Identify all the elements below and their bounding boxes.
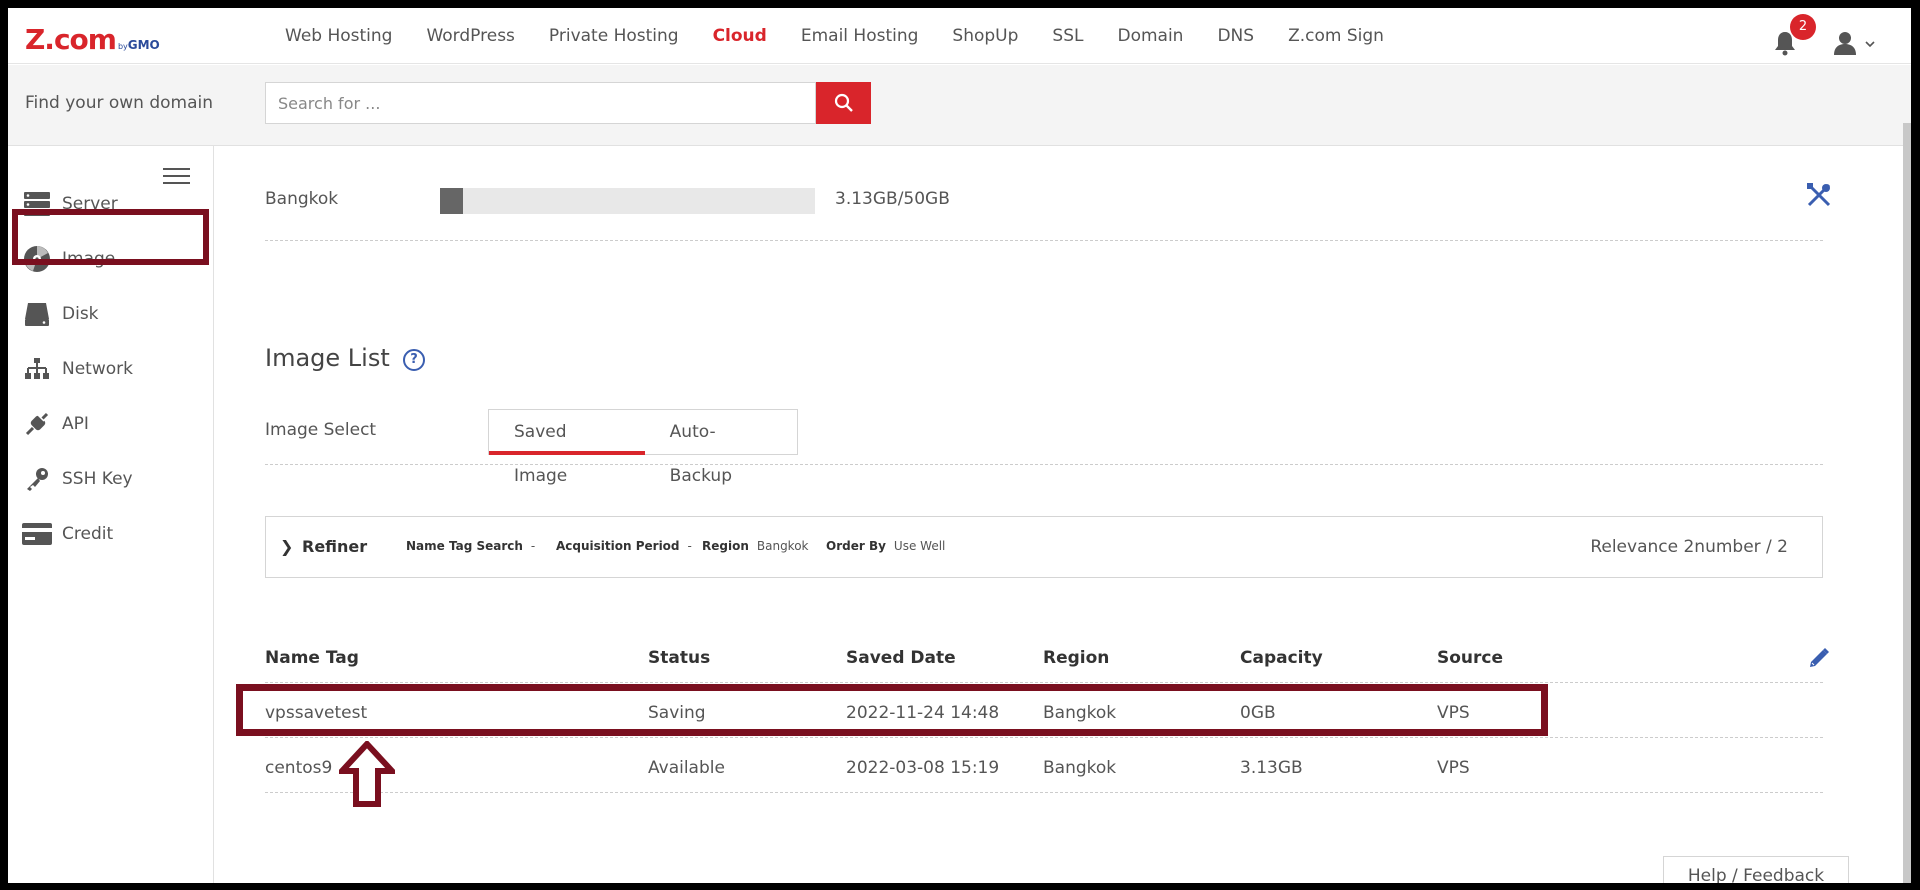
nav-shopup[interactable]: ShopUp <box>952 26 1018 46</box>
column-header-source[interactable]: Source <box>1437 648 1503 668</box>
cell-name-tag[interactable]: centos9 <box>265 758 332 778</box>
relevance-count: Relevance 2number / 2 <box>1590 537 1788 557</box>
domain-search-bar: Find your own domain <box>8 65 1911 146</box>
scrollbar[interactable] <box>1903 123 1911 883</box>
column-header-saved-date[interactable]: Saved Date <box>846 648 956 668</box>
divider <box>265 464 1823 465</box>
annotation-highlight-row <box>236 684 1548 736</box>
nav-private-hosting[interactable]: Private Hosting <box>549 26 679 46</box>
filter-name-tag: Name Tag Search - <box>406 539 536 553</box>
top-navigation: Z.com by GMO Web Hosting WordPress Priva… <box>8 8 1911 64</box>
storage-usage-bar <box>440 188 815 214</box>
api-icon <box>22 409 52 439</box>
divider <box>265 682 1823 683</box>
filter-acquisition-period: Acquisition Period - <box>556 539 692 553</box>
divider <box>265 240 1823 241</box>
nav-email-hosting[interactable]: Email Hosting <box>801 26 919 46</box>
help-feedback-button[interactable]: Help / Feedback <box>1663 856 1849 883</box>
image-list-title: Image List <box>265 344 390 372</box>
zcom-logo[interactable]: Z.com by GMO <box>25 24 160 54</box>
sidebar-item-network[interactable]: Network <box>8 344 214 394</box>
edit-icon[interactable] <box>1808 647 1830 669</box>
nav-domain[interactable]: Domain <box>1117 26 1183 46</box>
tab-auto-backup[interactable]: Auto-Backup <box>645 410 797 486</box>
divider <box>265 792 1823 793</box>
cell-source: VPS <box>1437 758 1470 778</box>
nav-wordpress[interactable]: WordPress <box>426 26 514 46</box>
sidebar-item-label: SSH Key <box>62 469 133 489</box>
disk-icon <box>22 299 52 329</box>
sidebar-item-disk[interactable]: Disk <box>8 289 214 339</box>
divider <box>265 737 1823 738</box>
image-select-label: Image Select <box>265 420 377 440</box>
user-icon[interactable] <box>1833 30 1883 56</box>
sidebar-item-label: Network <box>62 359 133 379</box>
logo-gmo: GMO <box>127 38 160 52</box>
nav-cloud[interactable]: Cloud <box>713 26 767 46</box>
sidebar-item-ssh-key[interactable]: SSH Key <box>8 454 214 504</box>
logo-text: Z.com <box>25 23 117 56</box>
search-button[interactable] <box>816 82 871 124</box>
nav-zcom-sign[interactable]: Z.com Sign <box>1288 26 1384 46</box>
nav-ssl[interactable]: SSL <box>1052 26 1083 46</box>
tab-saved-image[interactable]: Saved Image <box>489 410 645 486</box>
storage-usage-text: 3.13GB/50GB <box>835 189 950 209</box>
cell-capacity: 3.13GB <box>1240 758 1303 778</box>
search-icon <box>834 93 853 112</box>
help-icon[interactable]: ? <box>403 349 425 371</box>
sidebar-item-credit[interactable]: Credit <box>8 509 214 559</box>
notification-badge[interactable]: 2 <box>1790 14 1816 40</box>
sidebar-item-label: API <box>62 414 89 434</box>
column-header-region[interactable]: Region <box>1043 648 1109 668</box>
column-header-capacity[interactable]: Capacity <box>1240 648 1323 668</box>
logo-by: by <box>117 42 128 51</box>
refiner-panel[interactable]: ❯ Refiner Name Tag Search - Acquisition P… <box>265 516 1823 578</box>
annotation-arrow-up-icon <box>339 741 395 807</box>
search-label: Find your own domain <box>25 93 214 113</box>
sidebar-item-label: Credit <box>62 524 114 544</box>
network-icon <box>22 354 52 384</box>
refiner-label[interactable]: Refiner <box>302 537 367 556</box>
app-window: Z.com by GMO Web Hosting WordPress Priva… <box>8 8 1911 883</box>
tools-icon[interactable] <box>1806 182 1832 208</box>
search-input[interactable] <box>265 82 816 124</box>
main-nav: Web Hosting WordPress Private Hosting Cl… <box>285 8 1418 64</box>
image-select-tabs: Saved Image Auto-Backup <box>488 409 798 486</box>
nav-web-hosting[interactable]: Web Hosting <box>285 26 392 46</box>
credit-card-icon <box>22 519 52 549</box>
cell-status: Available <box>648 758 725 778</box>
cell-region: Bangkok <box>1043 758 1117 778</box>
storage-region: Bangkok <box>265 189 339 209</box>
column-header-name-tag[interactable]: Name Tag <box>265 648 359 668</box>
cell-saved-date: 2022-03-08 15:19 <box>846 758 1000 778</box>
main-content: Bangkok 3.13GB/50GB Image List ? Image S… <box>215 146 1911 883</box>
column-header-status[interactable]: Status <box>648 648 710 668</box>
annotation-highlight-image <box>12 209 209 265</box>
filter-region: Region Bangkok <box>702 539 809 553</box>
sidebar-item-label: Disk <box>62 304 99 324</box>
nav-dns[interactable]: DNS <box>1217 26 1254 46</box>
key-icon <box>22 464 52 494</box>
sidebar-item-api[interactable]: API <box>8 399 214 449</box>
storage-usage-fill <box>440 188 463 214</box>
filter-order-by: Order By Use Well <box>826 539 946 553</box>
chevron-right-icon[interactable]: ❯ <box>280 537 293 556</box>
